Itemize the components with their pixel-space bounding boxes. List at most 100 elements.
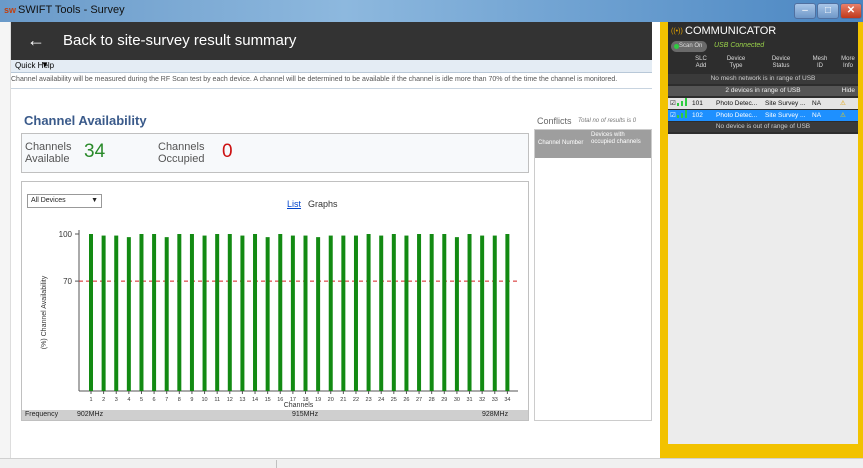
chart-bar xyxy=(139,234,144,391)
minimize-button[interactable]: – xyxy=(794,3,816,19)
chart-bar xyxy=(454,237,459,391)
x-tick-label: 4 xyxy=(127,397,130,403)
frequency-start: 902MHz xyxy=(77,411,104,418)
hide-link[interactable]: Hide xyxy=(842,86,855,96)
x-tick-label: 30 xyxy=(454,397,460,403)
in-range-row[interactable]: 2 devices in range of USB Hide xyxy=(668,86,858,96)
close-button[interactable]: ✕ xyxy=(840,3,862,19)
device-table-header: SLC Add Device Type Device Status Mesh I… xyxy=(668,54,858,72)
chart-bar xyxy=(290,235,295,391)
x-tick-label: 1 xyxy=(89,397,92,403)
channels-occupied-label: Channels Occupied xyxy=(158,141,205,165)
x-tick-label: 33 xyxy=(492,397,498,403)
x-tick-label: 22 xyxy=(353,397,359,403)
chart-bar xyxy=(417,234,422,391)
y-axis-label: (%) Channel Availability xyxy=(41,275,48,349)
x-tick-label: 23 xyxy=(366,397,372,403)
caret-down-icon[interactable]: ▼ xyxy=(41,60,49,69)
tab-graphs[interactable]: Graphs xyxy=(308,199,338,209)
x-tick-label: 10 xyxy=(201,397,207,403)
conflicts-header: Channel Number Devices with occupied cha… xyxy=(535,130,651,158)
x-tick-label: 8 xyxy=(178,397,181,403)
chart-bar xyxy=(404,235,409,391)
channels-occupied-value: 0 xyxy=(222,141,233,162)
checkbox-checked-icon[interactable]: ☑ xyxy=(670,98,676,109)
back-link[interactable]: Back to site-survey result summary xyxy=(63,32,296,49)
chart-bar xyxy=(429,234,434,391)
x-tick-label: 34 xyxy=(504,397,510,403)
x-tick-label: 11 xyxy=(214,397,220,403)
y-tick-label: 70 xyxy=(63,277,72,286)
warning-icon[interactable]: ⚠ xyxy=(840,98,846,109)
col-device-type: Device Type xyxy=(726,56,746,69)
chart-bar xyxy=(341,235,346,391)
frequency-label: Frequency xyxy=(25,411,59,418)
col-slc-add: SLC Add xyxy=(695,56,707,69)
x-tick-label: 9 xyxy=(190,397,193,403)
section-title: Channel Availability xyxy=(24,113,147,128)
communicator-footer xyxy=(668,444,858,458)
device-slc: 102 xyxy=(692,112,703,119)
device-status: Site Survey ... xyxy=(765,100,806,107)
col-mesh-id: Mesh ID xyxy=(812,56,828,69)
chart-bar xyxy=(379,235,384,391)
x-tick-label: 6 xyxy=(153,397,156,403)
chart-bar xyxy=(202,235,207,391)
x-tick-label: 16 xyxy=(277,397,283,403)
x-tick-label: 20 xyxy=(328,397,334,403)
left-margin xyxy=(0,22,11,458)
chart-panel: 100 70 1 2 3 4 5 6 7 8 9 10 11 12 13 14 15 16 17 18 19 20 21 22… xyxy=(21,181,529,421)
device-type: Photo Detec... xyxy=(716,100,758,107)
scan-label: Scan On xyxy=(679,43,703,49)
chart-bar xyxy=(278,234,283,391)
tab-list[interactable]: List xyxy=(287,199,301,209)
communicator-title: COMMUNICATOR xyxy=(685,25,777,37)
checkbox-checked-icon[interactable]: ☑ xyxy=(670,110,676,121)
chart-bar xyxy=(366,234,371,391)
signal-bars-icon xyxy=(677,110,689,118)
x-tick-label: 3 xyxy=(115,397,118,403)
back-header[interactable]: ← Back to site-survey result summary xyxy=(11,22,652,60)
summary-box: Channels Available 34 Channels Occupied … xyxy=(21,133,529,173)
swift-logo-icon: sw xyxy=(4,5,17,15)
signal-bars-icon xyxy=(677,98,689,106)
chart-bar xyxy=(391,234,396,391)
in-range-text: 2 devices in range of USB xyxy=(725,87,801,94)
col-devices: Devices with occupied channels xyxy=(591,132,641,145)
conflicts-table: Channel Number Devices with occupied cha… xyxy=(534,129,652,421)
x-tick-label: 31 xyxy=(466,397,472,403)
chart-bar xyxy=(442,234,447,391)
status-bar xyxy=(0,458,863,468)
x-tick-label: 12 xyxy=(227,397,233,403)
channels-available-label: Channels Available xyxy=(25,141,72,165)
x-tick-label: 2 xyxy=(102,397,105,403)
scan-toggle[interactable]: Scan On xyxy=(671,41,707,52)
x-tick-label: 14 xyxy=(252,397,258,403)
chart-bar xyxy=(253,234,258,391)
help-text: Channel availability will be measured du… xyxy=(11,76,618,83)
device-row[interactable]: ☑ 102 Photo Detec... Site Survey ... NA … xyxy=(668,110,858,121)
arrow-left-icon[interactable]: ← xyxy=(27,30,45,51)
device-row[interactable]: ☑ 101 Photo Detec... Site Survey ... NA … xyxy=(668,98,858,109)
maximize-button[interactable]: □ xyxy=(817,3,839,19)
frequency-end: 928MHz xyxy=(482,411,509,418)
conflicts-title: Conflicts xyxy=(537,116,572,126)
usb-status: USB Connected xyxy=(714,42,765,49)
device-filter-select[interactable]: All Devices ▼ xyxy=(27,194,102,208)
quick-help-bar[interactable]: Quick Help ▼ xyxy=(11,60,652,73)
chart-bar xyxy=(316,237,321,391)
window-titlebar: sw SWIFT Tools - Survey – □ ✕ xyxy=(0,0,863,22)
x-tick-label: 24 xyxy=(378,397,384,403)
chevron-down-icon: ▼ xyxy=(91,197,98,204)
chart-bar xyxy=(114,235,119,391)
warning-icon[interactable]: ⚠ xyxy=(840,110,846,121)
chart-bar xyxy=(89,234,93,391)
x-axis-label: Channels xyxy=(284,402,314,409)
x-tick-label: 25 xyxy=(391,397,397,403)
frequency-mid: 915MHz xyxy=(292,411,319,418)
chart-bar xyxy=(215,234,220,391)
x-tick-label: 13 xyxy=(239,397,245,403)
x-tick-label: 29 xyxy=(441,397,447,403)
status-dot-icon xyxy=(674,44,679,49)
x-tick-label: 19 xyxy=(315,397,321,403)
